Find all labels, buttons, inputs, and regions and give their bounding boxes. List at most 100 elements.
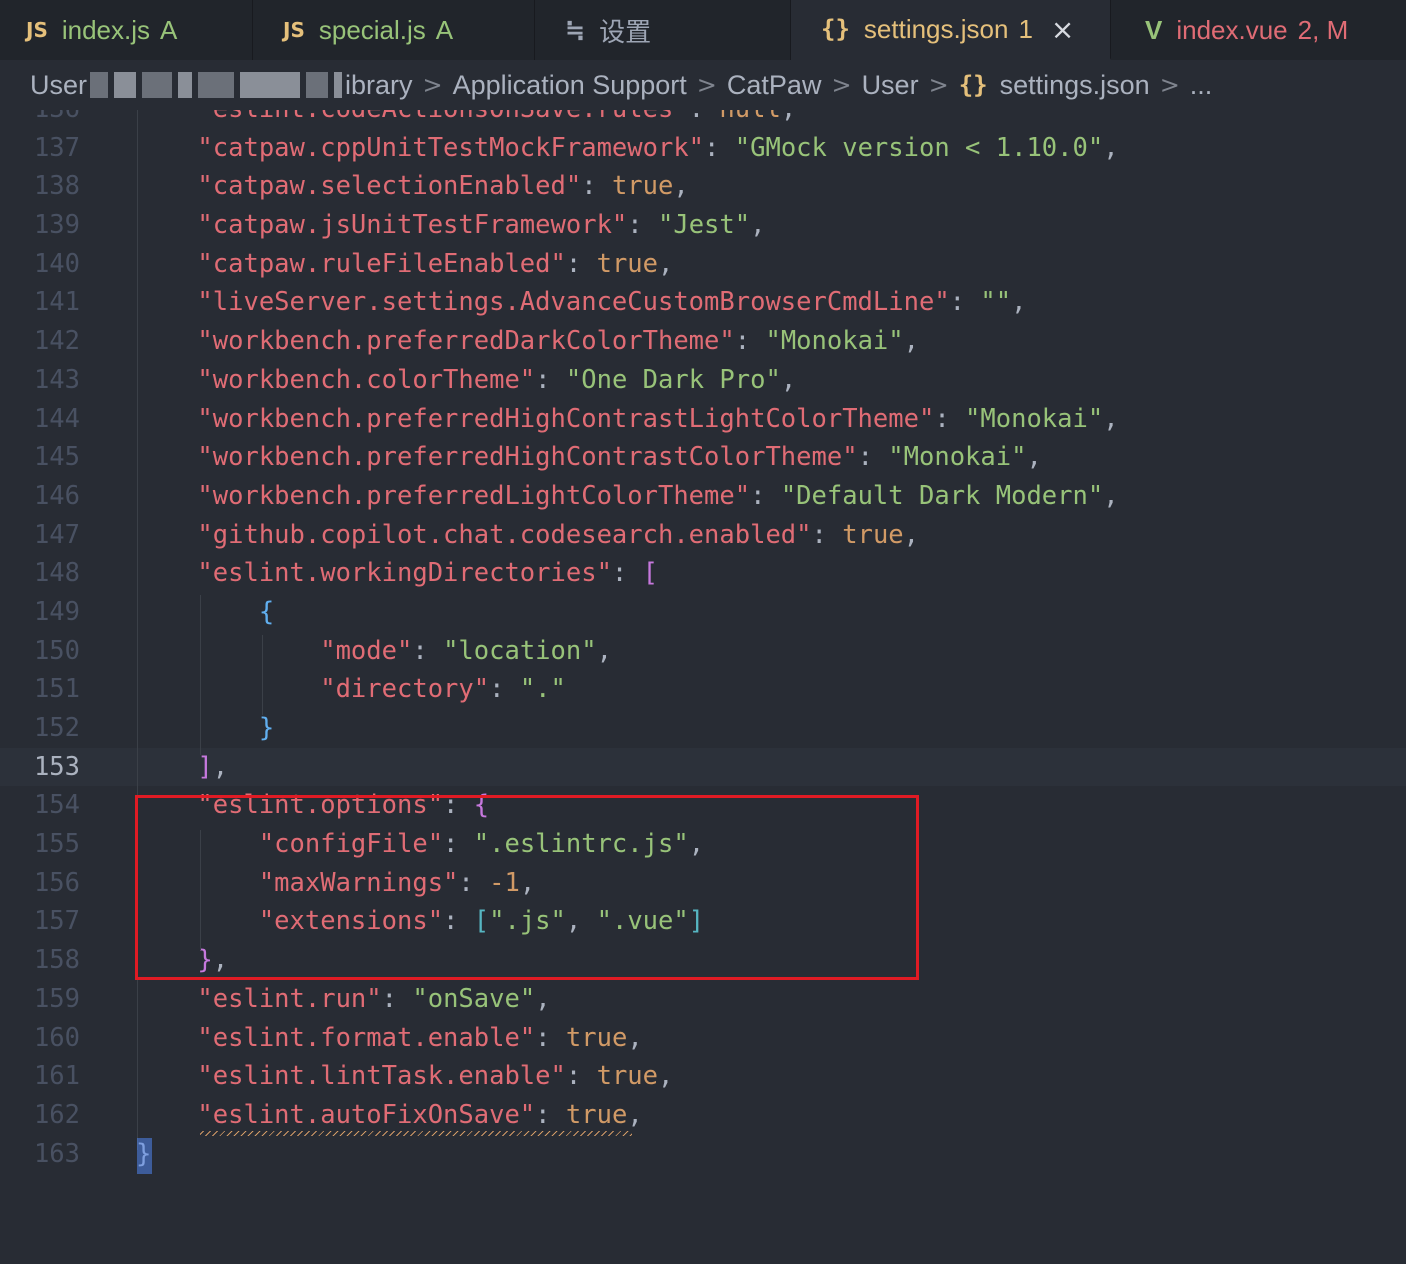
code-token: , <box>627 1099 643 1130</box>
breadcrumb-segment-user-folder[interactable]: User <box>862 70 919 101</box>
breadcrumb-segment-settings-json[interactable]: settings.json <box>1000 70 1150 101</box>
code-text[interactable]: "eslint.workingDirectories": [ <box>136 554 658 593</box>
line-number: 149 <box>33 596 80 627</box>
code-line[interactable]: 154 "eslint.options": { <box>0 786 1406 825</box>
breadcrumb-symbols-ellipsis[interactable]: ... <box>1190 70 1213 101</box>
tab-settings-json[interactable]: {} settings.json 1 × <box>791 0 1111 60</box>
code-line[interactable]: 152 } <box>0 709 1406 748</box>
code-token: true <box>596 248 659 279</box>
code-token: true <box>596 1061 659 1092</box>
code-token: "Jest" <box>658 210 751 241</box>
code-line[interactable]: 160 "eslint.format.enable": true, <box>0 1019 1406 1058</box>
code-token: , <box>781 110 796 124</box>
code-line[interactable]: 147 "github.copilot.chat.codesearch.enab… <box>0 516 1406 555</box>
code-line[interactable]: 142 "workbench.preferredDarkColorTheme":… <box>0 322 1406 361</box>
code-text[interactable]: { <box>136 593 274 632</box>
redacted-path <box>240 72 301 98</box>
code-text[interactable]: "liveServer.settings.AdvanceCustomBrowse… <box>136 283 1026 322</box>
breadcrumb-segment-user[interactable]: User <box>30 70 87 101</box>
breadcrumb-segment-catpaw[interactable]: CatPaw <box>727 70 822 101</box>
code-text[interactable]: "workbench.preferredDarkColorTheme": "Mo… <box>136 322 919 361</box>
code-line[interactable]: 158 }, <box>0 941 1406 980</box>
code-text[interactable]: }, <box>136 941 228 980</box>
code-text[interactable]: "eslint.lintTask.enable": true, <box>136 1057 673 1096</box>
code-lines[interactable]: 136 "eslint.codeActionsOnSave.rules": nu… <box>0 110 1406 1173</box>
code-text[interactable]: "workbench.preferredHighContrastLightCol… <box>136 400 1118 439</box>
code-text[interactable]: "catpaw.jsUnitTestFramework": "Jest", <box>136 206 765 245</box>
code-line[interactable]: 163} <box>0 1135 1406 1174</box>
line-number: 145 <box>33 442 80 473</box>
line-number: 147 <box>33 519 80 550</box>
code-token: ] <box>688 906 705 937</box>
code-text[interactable]: "catpaw.selectionEnabled": true, <box>136 167 688 206</box>
code-line[interactable]: 145 "workbench.preferredHighContrastColo… <box>0 438 1406 477</box>
code-line[interactable]: 150 "mode": "location", <box>0 632 1406 671</box>
code-line[interactable]: 148 "eslint.workingDirectories": [ <box>0 554 1406 593</box>
tab-index-vue[interactable]: V index.vue 2, M <box>1111 0 1406 60</box>
code-editor[interactable]: 136 "eslint.codeActionsOnSave.rules": nu… <box>0 110 1406 1264</box>
code-text[interactable]: "configFile": ".eslintrc.js", <box>136 825 704 864</box>
code-line[interactable]: 149 { <box>0 593 1406 632</box>
code-token: "workbench.preferredHighContrastLightCol… <box>136 403 935 434</box>
tab-special-js[interactable]: JS special.js A <box>253 0 535 60</box>
code-token: , <box>596 635 612 666</box>
redacted-path <box>90 72 109 98</box>
code-token: "workbench.preferredDarkColorTheme" <box>136 326 735 357</box>
indent-guide <box>200 595 201 755</box>
code-text[interactable]: "eslint.codeActionsOnSave.rules": null, <box>136 110 796 129</box>
code-line[interactable]: 162 "eslint.autoFixOnSave": true, <box>0 1096 1406 1135</box>
code-line[interactable]: 141 "liveServer.settings.AdvanceCustomBr… <box>0 283 1406 322</box>
code-token: : <box>443 906 474 937</box>
code-text[interactable]: "eslint.autoFixOnSave": true, <box>136 1096 643 1135</box>
code-text[interactable]: "workbench.preferredHighContrastColorThe… <box>136 438 1041 477</box>
code-line[interactable]: 139 "catpaw.jsUnitTestFramework": "Jest"… <box>0 206 1406 245</box>
code-text[interactable]: "workbench.colorTheme": "One Dark Pro", <box>136 361 796 400</box>
code-text[interactable]: "eslint.run": "onSave", <box>136 980 550 1019</box>
code-text[interactable]: "eslint.options": { <box>136 786 489 825</box>
code-line[interactable]: 144 "workbench.preferredHighContrastLigh… <box>0 400 1406 439</box>
code-line[interactable]: 146 "workbench.preferredLightColorTheme"… <box>0 477 1406 516</box>
code-token: } <box>136 945 213 976</box>
code-text[interactable]: "catpaw.cppUnitTestMockFramework": "GMoc… <box>136 129 1118 168</box>
code-token: : <box>750 480 781 511</box>
line-number: 153 <box>33 751 80 782</box>
code-token: : <box>443 790 474 821</box>
code-text[interactable]: ], <box>136 748 228 787</box>
code-line[interactable]: 157 "extensions": [".js", ".vue"] <box>0 902 1406 941</box>
code-line[interactable]: 159 "eslint.run": "onSave", <box>0 980 1406 1019</box>
line-number: 152 <box>33 713 80 743</box>
code-text[interactable]: "mode": "location", <box>136 632 612 671</box>
code-line[interactable]: 136 "eslint.codeActionsOnSave.rules": nu… <box>0 110 1406 129</box>
code-token: : <box>565 1061 597 1092</box>
breadcrumb-segment-library[interactable]: ibrary <box>345 70 413 101</box>
close-icon[interactable]: × <box>1051 13 1074 46</box>
code-line[interactable]: 161 "eslint.lintTask.enable": true, <box>0 1057 1406 1096</box>
code-line[interactable]: 138 "catpaw.selectionEnabled": true, <box>0 167 1406 206</box>
code-text[interactable]: "catpaw.ruleFileEnabled": true, <box>136 245 673 284</box>
code-token: "directory" <box>136 674 490 705</box>
line-number: 143 <box>33 364 80 395</box>
code-line[interactable]: 140 "catpaw.ruleFileEnabled": true, <box>0 245 1406 284</box>
code-text[interactable]: "eslint.format.enable": true, <box>136 1019 642 1058</box>
code-text[interactable]: "extensions": [".js", ".vue"] <box>136 902 704 941</box>
code-line[interactable]: 155 "configFile": ".eslintrc.js", <box>0 825 1406 864</box>
code-token: "workbench.preferredHighContrastColorThe… <box>136 442 858 473</box>
tab-settings-ui[interactable]: ≒ 设置 <box>535 0 791 60</box>
code-token: "eslint.codeActionsOnSave.rules" <box>136 110 688 124</box>
code-line[interactable]: 143 "workbench.colorTheme": "One Dark Pr… <box>0 361 1406 400</box>
code-token: true <box>565 1099 628 1130</box>
tab-index-js[interactable]: JS index.js A <box>0 0 253 60</box>
breadcrumb-segment-application-support[interactable]: Application Support <box>453 70 687 101</box>
code-line[interactable]: 137 "catpaw.cppUnitTestMockFramework": "… <box>0 129 1406 168</box>
code-token: "eslint.lintTask.enable" <box>136 1061 566 1092</box>
code-token: : <box>535 1099 566 1130</box>
code-token: , <box>903 326 919 357</box>
warning-squiggle <box>200 1131 632 1136</box>
code-text[interactable]: "workbench.preferredLightColorTheme": "D… <box>136 477 1118 516</box>
code-text[interactable]: "github.copilot.chat.codesearch.enabled"… <box>136 516 919 555</box>
code-line[interactable]: 156 "maxWarnings": -1, <box>0 864 1406 903</box>
code-line[interactable]: 153 ], <box>0 747 1406 787</box>
code-text[interactable]: } <box>136 709 274 748</box>
code-line[interactable]: 151 "directory": "." <box>0 670 1406 709</box>
code-text[interactable]: "maxWarnings": -1, <box>136 864 535 903</box>
